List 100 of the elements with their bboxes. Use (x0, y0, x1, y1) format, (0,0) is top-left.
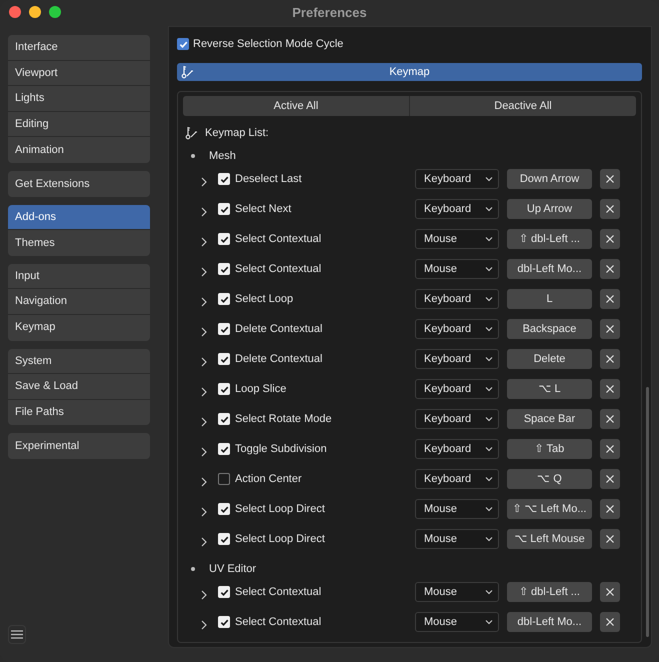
checkbox[interactable] (218, 413, 230, 425)
checkbox[interactable] (218, 203, 230, 215)
sidebar-item[interactable]: Experimental (8, 433, 150, 459)
caret-icon (485, 236, 493, 242)
device-dropdown[interactable]: Mouse (415, 529, 499, 549)
remove-button[interactable] (600, 169, 620, 189)
close-icon (605, 354, 615, 364)
key-binding-button[interactable]: L (507, 289, 592, 309)
sidebar-item[interactable]: File Paths (8, 400, 150, 426)
checkbox[interactable] (218, 586, 230, 598)
checkbox[interactable] (218, 173, 230, 185)
sidebar-item[interactable]: Viewport (8, 60, 150, 86)
key-binding-button[interactable]: dbl-Left Mo... (507, 612, 592, 632)
remove-button[interactable] (600, 529, 620, 549)
key-binding-button[interactable]: ⌥ Q (507, 469, 592, 489)
device-dropdown[interactable]: Mouse (415, 259, 499, 279)
checkbox[interactable] (218, 616, 230, 628)
remove-button[interactable] (600, 612, 620, 632)
device-dropdown[interactable]: Keyboard (415, 379, 499, 399)
key-binding-button[interactable]: ⇧ Tab (507, 439, 592, 459)
close-icon (605, 474, 615, 484)
close-icon (605, 414, 615, 424)
sidebar-item[interactable]: Navigation (8, 289, 150, 315)
caret-icon (485, 176, 493, 182)
sidebar-item[interactable]: System (8, 348, 150, 374)
caret-icon (485, 296, 493, 302)
sidebar-item[interactable]: Interface (8, 35, 150, 61)
keymap-item-label: Select Loop (235, 292, 294, 307)
device-dropdown[interactable]: Keyboard (415, 199, 499, 219)
device-dropdown[interactable]: Keyboard (415, 349, 499, 369)
sidebar-item[interactable]: Animation (8, 137, 150, 163)
sidebar-item[interactable]: Save & Load (8, 374, 150, 400)
checkbox[interactable] (218, 353, 230, 365)
sidebar-item[interactable]: Input (8, 264, 150, 290)
device-dropdown[interactable]: Mouse (415, 229, 499, 249)
keymap-icon (185, 126, 199, 140)
section-header[interactable]: Keymap (177, 63, 642, 81)
device-dropdown[interactable]: Mouse (415, 499, 499, 519)
sidebar-item[interactable]: Add-ons (8, 204, 150, 230)
key-binding-button[interactable]: ⌥ L (507, 379, 592, 399)
sidebar-item[interactable]: Get Extensions (8, 170, 150, 197)
device-dropdown[interactable]: Keyboard (415, 169, 499, 189)
menu-button[interactable] (8, 625, 26, 644)
key-binding-button[interactable]: Down Arrow (507, 169, 592, 189)
key-binding-button[interactable]: Delete (507, 349, 592, 369)
checkbox[interactable] (218, 263, 230, 275)
remove-button[interactable] (600, 349, 620, 369)
remove-button[interactable] (600, 409, 620, 429)
key-binding-button[interactable]: Backspace (507, 319, 592, 339)
remove-button[interactable] (600, 499, 620, 519)
key-binding-button[interactable]: ⌥ Left Mouse (507, 529, 592, 549)
remove-button[interactable] (600, 319, 620, 339)
remove-button[interactable] (600, 229, 620, 249)
checkbox[interactable] (218, 533, 230, 545)
close-button[interactable] (9, 6, 21, 18)
remove-button[interactable] (600, 379, 620, 399)
sidebar-item[interactable]: Keymap (8, 314, 150, 341)
device-dropdown[interactable]: Mouse (415, 612, 499, 632)
toggle-all-button[interactable]: Deactive All (409, 96, 636, 116)
keymap-item-label: Loop Slice (235, 382, 288, 397)
sidebar-item[interactable]: Editing (8, 112, 150, 138)
keymap-item-label: Action Center (235, 472, 303, 487)
toggle-all-button[interactable]: Active All (183, 96, 409, 116)
key-binding-button[interactable]: Space Bar (507, 409, 592, 429)
scrollbar[interactable] (646, 387, 649, 637)
device-dropdown[interactable]: Keyboard (415, 409, 499, 429)
key-binding-button[interactable]: dbl-Left Mo... (507, 259, 592, 279)
key-binding-button[interactable]: Up Arrow (507, 199, 592, 219)
device-dropdown[interactable]: Keyboard (415, 289, 499, 309)
device-dropdown[interactable]: Keyboard (415, 469, 499, 489)
sidebar-item[interactable]: Themes (8, 230, 150, 256)
minimize-button[interactable] (29, 6, 41, 18)
device-dropdown[interactable]: Keyboard (415, 319, 499, 339)
checkbox[interactable] (177, 38, 189, 50)
group-label: Mesh (209, 148, 236, 164)
keymap-item-label: Delete Contextual (235, 322, 324, 337)
device-dropdown[interactable]: Mouse (415, 582, 499, 602)
checkbox[interactable] (218, 473, 230, 485)
sidebar-item[interactable]: Lights (8, 86, 150, 112)
checkbox[interactable] (218, 233, 230, 245)
checkbox[interactable] (218, 323, 230, 335)
remove-button[interactable] (600, 199, 620, 219)
close-icon (605, 234, 615, 244)
close-icon (605, 384, 615, 394)
keymap-item-label: Select Contextual (235, 262, 322, 277)
key-binding-button[interactable]: ⇧ dbl-Left ... (507, 582, 592, 602)
remove-button[interactable] (600, 469, 620, 489)
key-binding-button[interactable]: ⇧ dbl-Left ... (507, 229, 592, 249)
remove-button[interactable] (600, 289, 620, 309)
key-binding-button[interactable]: ⇧ ⌥ Left Mo... (507, 499, 592, 519)
checkbox[interactable] (218, 503, 230, 515)
checkbox[interactable] (218, 443, 230, 455)
device-dropdown[interactable]: Keyboard (415, 439, 499, 459)
remove-button[interactable] (600, 582, 620, 602)
checkbox[interactable] (218, 383, 230, 395)
remove-button[interactable] (600, 439, 620, 459)
caret-icon (485, 356, 493, 362)
remove-button[interactable] (600, 259, 620, 279)
checkbox[interactable] (218, 293, 230, 305)
zoom-button[interactable] (49, 6, 61, 18)
